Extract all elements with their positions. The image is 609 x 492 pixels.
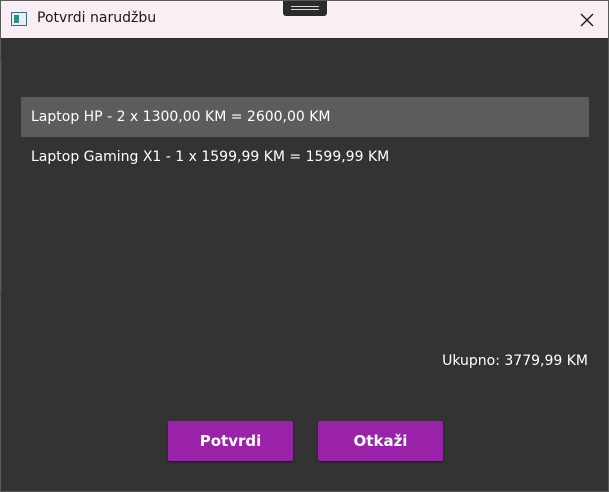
confirm-button[interactable]: Potvrdi	[168, 421, 293, 461]
title-bar[interactable]: Potvrdi narudžbu	[1, 1, 608, 38]
window-edge-divider	[1, 61, 2, 291]
list-item[interactable]: Laptop HP - 2 x 1300,00 KM = 2600,00 KM	[21, 97, 589, 137]
close-icon	[580, 13, 594, 27]
list-item[interactable]: Laptop Gaming X1 - 1 x 1599,99 KM = 1599…	[21, 137, 589, 177]
window-app-icon	[11, 12, 27, 26]
snap-grip-handle[interactable]	[283, 1, 327, 16]
order-items-list: Laptop HP - 2 x 1300,00 KM = 2600,00 KM …	[21, 97, 589, 177]
cancel-button[interactable]: Otkaži	[318, 421, 443, 461]
window-title: Potvrdi narudžbu	[37, 10, 157, 26]
order-confirmation-window: Potvrdi narudžbu Laptop HP - 2 x 1300,00…	[0, 0, 609, 492]
close-button[interactable]	[567, 5, 607, 35]
order-total-label: Ukupno: 3779,99 KM	[442, 353, 588, 369]
